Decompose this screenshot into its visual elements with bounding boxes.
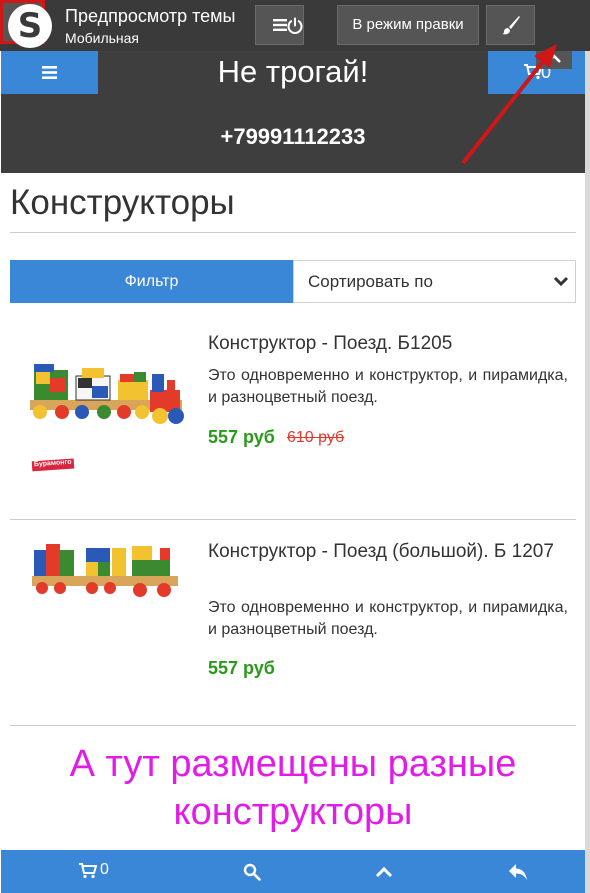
sort-select-label: Сортировать по: [308, 272, 433, 291]
phone-number[interactable]: +79991112233: [1, 124, 585, 150]
site-menu-button[interactable]: [1, 51, 98, 94]
preview-toolbar: S Предпросмотр темы Мобильная В режим пр…: [0, 0, 590, 51]
collapse-toolbar-button[interactable]: [536, 51, 572, 69]
brush-icon: [501, 16, 520, 35]
scrollbar[interactable]: [585, 51, 590, 893]
edit-mode-button[interactable]: В режим правки: [337, 5, 479, 45]
preview-title: Предпросмотр темы: [65, 6, 236, 26]
annotation-text-line2: конструкторы: [173, 791, 413, 833]
bottom-nav: 0: [1, 850, 585, 893]
sort-select[interactable]: Сортировать по: [293, 260, 576, 303]
product-price: 557 руб: [208, 658, 275, 678]
menu-icon: [273, 19, 287, 31]
page-title: Конструкторы: [10, 183, 235, 222]
toy-train-image: [32, 544, 178, 597]
logo-letter: S: [17, 6, 43, 46]
product-old-price: 610 руб: [287, 429, 345, 446]
search-icon: [243, 863, 261, 881]
power-icon: [287, 17, 303, 34]
chevron-up-icon: [547, 54, 561, 63]
product-price: 557 руб: [208, 427, 275, 447]
toy-train-image: [30, 364, 184, 472]
bottom-cart-button[interactable]: 0: [1, 850, 147, 893]
product-image[interactable]: Бурамонго: [22, 350, 192, 475]
bottom-search-button[interactable]: [147, 850, 293, 893]
chevron-down-icon: [553, 276, 569, 287]
preview-screen: S Предпросмотр темы Мобильная В режим пр…: [0, 0, 590, 893]
product-name[interactable]: Конструктор - Поезд (большой). Б 1207: [208, 539, 568, 564]
site-header: Не трогай! 0 +79991112233: [1, 51, 585, 173]
product-image[interactable]: [28, 536, 182, 614]
bottom-back-button[interactable]: [439, 850, 585, 893]
menu-icon: [42, 66, 57, 79]
theme-brush-button[interactable]: [486, 5, 535, 45]
divider: [10, 519, 576, 520]
bottom-scroll-top-button[interactable]: [293, 850, 439, 893]
chevron-up-icon: [375, 866, 393, 878]
logo: S: [8, 4, 52, 48]
divider: [10, 232, 576, 233]
product-name[interactable]: Конструктор - Поезд. Б1205: [208, 331, 568, 356]
filter-button[interactable]: Фильтр: [10, 260, 293, 303]
bottom-cart-count: 0: [100, 861, 109, 878]
preview-subtitle: Мобильная: [65, 30, 140, 46]
reply-icon: [509, 864, 527, 880]
site-title: Не трогай!: [217, 54, 369, 89]
cart-icon: [79, 863, 97, 879]
product-description: Это одновременно и конструктор, и пирами…: [208, 599, 568, 638]
annotation-text-line1: А тут размещены разные: [69, 743, 517, 785]
product-description: Это одновременно и конструктор, и пирами…: [208, 367, 568, 406]
divider: [10, 725, 576, 726]
